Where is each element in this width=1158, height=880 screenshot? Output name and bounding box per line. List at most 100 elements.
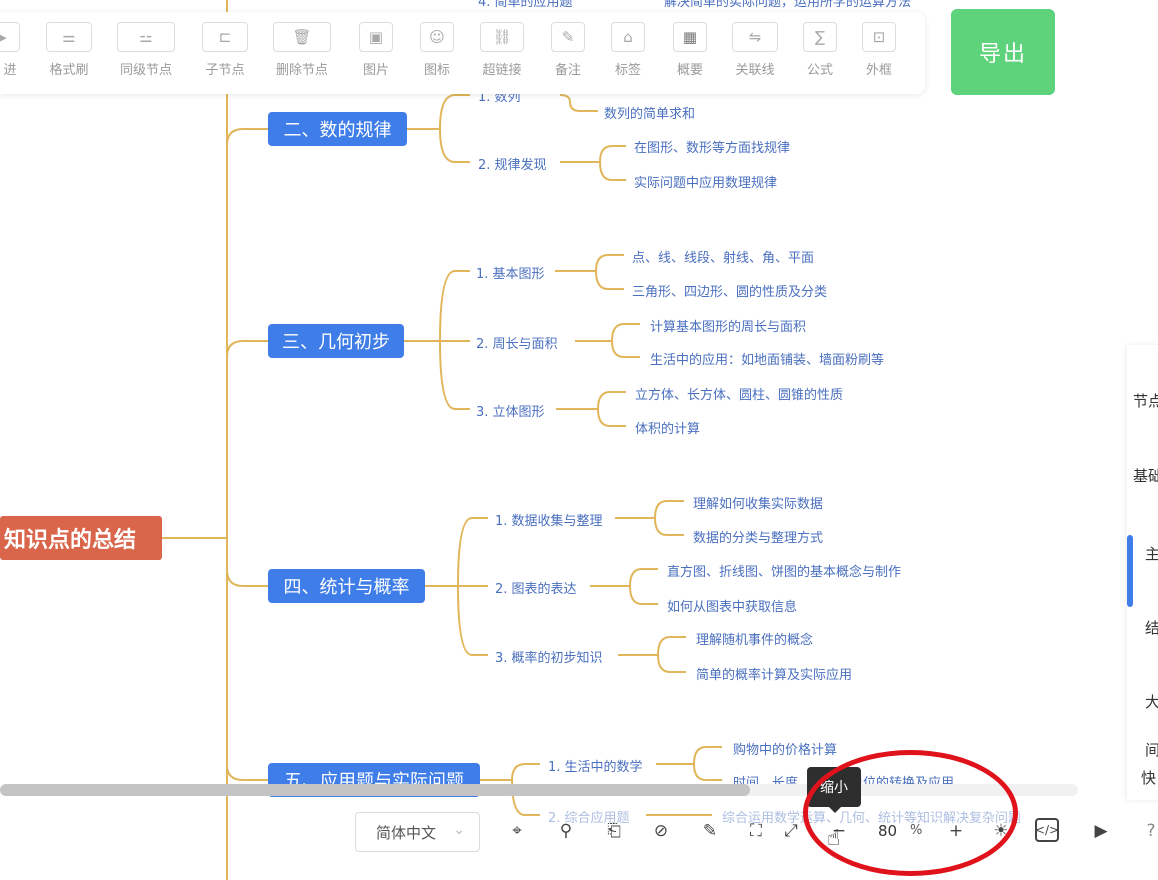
outer-frame-icon: ⊡ (862, 22, 896, 52)
mindmap-canvas[interactable]: 4. 简单的应用题 解决简单的实际问题，运用所学的运算方法 知识点的总结 二、数… (0, 0, 1158, 880)
toolbar-item-label: 外框 (865, 63, 892, 78)
language-select-value: 简体中文 (376, 823, 437, 842)
root-node[interactable]: 知识点的总结 (0, 516, 162, 560)
subnode-perimeter-area[interactable]: 2. 周长与面积 (476, 333, 558, 352)
toolbar-item-child-node[interactable]: ⊏ 子节点 (202, 22, 248, 78)
side-panel-item[interactable]: 快 (1141, 767, 1156, 788)
mouse-icon[interactable]: ⎗ (601, 818, 627, 844)
help-icon[interactable]: ? (1138, 818, 1158, 844)
toolbar-item-label: 备注 (554, 63, 581, 78)
edit-icon[interactable]: ✎ (697, 818, 723, 844)
language-select[interactable]: 简体中文 ⌄ (355, 812, 480, 852)
leaf-partial-top[interactable]: 解决简单的实际问题，运用所学的运算方法 (664, 0, 911, 10)
note-icon: ✎ (551, 22, 585, 52)
toolbar-item-note[interactable]: ✎ 备注 (551, 22, 585, 78)
side-panel-item[interactable]: 大 (1145, 691, 1158, 712)
branch-node-statistics[interactable]: 四、统计与概率 (268, 569, 425, 603)
toolbar-item-association-line[interactable]: ⇋ 关联线 (732, 22, 778, 78)
leaf-node[interactable]: 立方体、长方体、圆柱、圆锥的性质 (635, 384, 843, 403)
toolbar-item-label: 进 (3, 63, 17, 78)
toolbar-item-label: 超链接 (482, 63, 522, 78)
subnode-solid-shapes[interactable]: 3. 立体图形 (476, 401, 545, 420)
leaf-node[interactable]: 直方图、折线图、饼图的基本概念与制作 (667, 561, 901, 580)
sibling-node-icon: ⚍ (117, 22, 175, 52)
child-node-icon: ⊏ (202, 22, 248, 52)
toolbar-item-summary[interactable]: ▦ 概要 (673, 22, 707, 78)
toolbar-item-image[interactable]: ▣ 图片 (359, 22, 393, 78)
toolbar-item-label: 图标 (423, 63, 450, 78)
side-panel-item[interactable]: 主 (1145, 543, 1158, 564)
search-icon[interactable]: ⚲ (553, 818, 579, 844)
fullscreen-icon[interactable]: ⤢ (778, 818, 804, 844)
toolbar-item-label: 标签 (614, 63, 641, 78)
toolbar-item-hyperlink[interactable]: ⛓ 超链接 (480, 22, 524, 78)
branch-partial-top[interactable]: 4. 简单的应用题 (478, 0, 573, 10)
leaf-node[interactable]: 购物中的价格计算 (733, 739, 837, 758)
toolbar-item-label: 关联线 (735, 63, 775, 78)
side-panel-active-indicator (1127, 535, 1133, 607)
leaf-node[interactable]: 计算基本图形的周长与面积 (650, 316, 806, 335)
association-line-icon: ⇋ (732, 22, 778, 52)
trash-icon: 🗑 (273, 22, 331, 52)
toolbar-item-delete-node[interactable]: 🗑 删除节点 (273, 22, 331, 78)
chevron-down-icon: ⌄ (453, 822, 465, 838)
toolbar-item-tag[interactable]: ⌂ 标签 (611, 22, 645, 78)
leaf-node[interactable]: 简单的概率计算及实际应用 (696, 664, 852, 683)
toolbar-item-icon[interactable]: ☺ 图标 (420, 22, 454, 78)
subnode-data-collection[interactable]: 1. 数据收集与整理 (495, 510, 603, 529)
side-panel: 节点 基础 主 结 大 间 快 (1127, 345, 1158, 800)
tag-icon: ⌂ (611, 22, 645, 52)
leaf-node[interactable]: 数列的简单求和 (604, 103, 695, 122)
toolbar-item-label: 概要 (676, 63, 703, 78)
link-icon: ⛓ (480, 22, 524, 52)
connector-lines (162, 0, 722, 880)
leaf-node[interactable]: 生活中的应用：如地面铺装、墙面粉刷等 (650, 349, 884, 368)
branch-node-geometry[interactable]: 三、几何初步 (268, 324, 404, 358)
hand-cursor-icon: ☝ (827, 826, 841, 851)
side-panel-item[interactable]: 节点 (1133, 390, 1158, 411)
subnode-probability[interactable]: 3. 概率的初步知识 (495, 647, 603, 666)
highlight-annotation-ring (803, 750, 1018, 876)
formula-icon: ∑ (803, 22, 837, 52)
leaf-node[interactable]: 理解随机事件的概念 (696, 629, 813, 648)
leaf-node[interactable]: 体积的计算 (635, 418, 700, 437)
side-panel-item[interactable]: 基础 (1133, 465, 1158, 486)
leaf-node[interactable]: 数据的分类与整理方式 (693, 527, 823, 546)
side-panel-item[interactable]: 结 (1145, 617, 1158, 638)
locate-icon[interactable]: ⌖ (504, 818, 530, 844)
fit-screen-icon[interactable]: ⛶ (743, 818, 769, 844)
leaf-node[interactable]: 点、线、线段、射线、角、平面 (632, 247, 814, 266)
subnode-daily-math[interactable]: 1. 生活中的数学 (548, 756, 643, 775)
toolbar-item-label: 公式 (806, 63, 833, 78)
toolbar-item-label: 图片 (362, 63, 389, 78)
leaf-node[interactable]: 如何从图表中获取信息 (667, 596, 797, 615)
toolbar-item-label: 子节点 (205, 63, 245, 78)
summary-icon: ▦ (673, 22, 707, 52)
format-painter-icon: ⚌ (46, 22, 92, 52)
subnode-basic-shapes[interactable]: 1. 基本图形 (476, 263, 545, 282)
leaf-node[interactable]: 实际问题中应用数理规律 (634, 172, 777, 191)
leaf-node[interactable]: 理解如何收集实际数据 (693, 493, 823, 512)
branch-node-number-patterns[interactable]: 二、数的规律 (268, 112, 407, 146)
code-icon[interactable]: </> (1035, 818, 1059, 842)
toolbar-item-outer-frame[interactable]: ⊡ 外框 (862, 22, 896, 78)
toolbar-item-formula[interactable]: ∑ 公式 (803, 22, 837, 78)
toolbar-item-label: 同级节点 (119, 63, 172, 78)
smiley-icon: ☺ (420, 22, 454, 52)
toolbar: ▸ 进 ⚌ 格式刷 ⚍ 同级节点 ⊏ 子节点 🗑 删除节点 ▣ 图片 ☺ 图标 … (0, 12, 925, 94)
side-panel-item[interactable]: 间 (1145, 739, 1158, 760)
toolbar-item-sibling-node[interactable]: ⚍ 同级节点 (117, 22, 175, 78)
subnode-chart-expression[interactable]: 2. 图表的表达 (495, 578, 577, 597)
export-button[interactable]: 导出 (951, 9, 1055, 95)
toolbar-item-label: 删除节点 (275, 63, 328, 78)
subnode-pattern-discovery[interactable]: 2. 规律发现 (478, 154, 547, 173)
toolbar-item-forward[interactable]: ▸ 进 (0, 22, 20, 78)
leaf-node[interactable]: 在图形、数形等方面找规律 (634, 137, 790, 156)
presentation-icon[interactable]: ▶ (1088, 818, 1114, 844)
compass-icon[interactable]: ⊘ (648, 818, 674, 844)
toolbar-item-format-painter[interactable]: ⚌ 格式刷 (46, 22, 92, 78)
leaf-node[interactable]: 三角形、四边形、圆的性质及分类 (632, 281, 827, 300)
toolbar-item-label: 格式刷 (49, 63, 89, 78)
forward-icon: ▸ (0, 22, 20, 52)
scrollbar-thumb[interactable] (0, 784, 750, 796)
